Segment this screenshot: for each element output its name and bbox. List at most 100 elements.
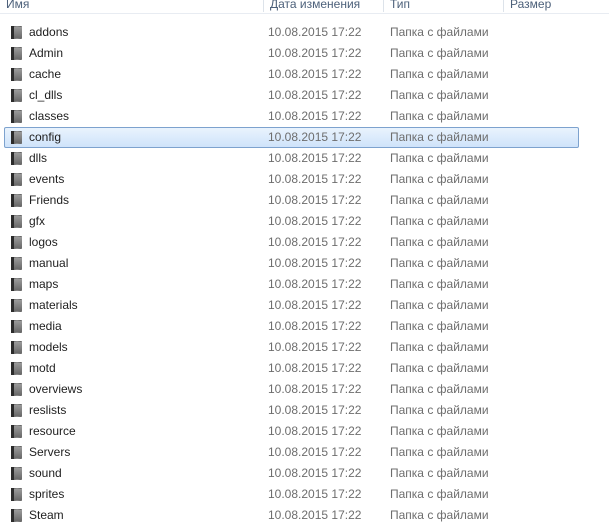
file-date: 10.08.2015 17:22 — [268, 109, 362, 123]
folder-icon — [11, 509, 22, 522]
file-row[interactable]: addons 10.08.2015 17:22 Папка с файлами — [4, 22, 579, 43]
file-name: cache — [29, 67, 62, 81]
folder-icon — [11, 383, 22, 396]
folder-icon — [11, 341, 22, 354]
file-type: Папка с файлами — [390, 256, 489, 270]
column-header-name[interactable]: Имя — [0, 0, 260, 12]
file-row[interactable]: events 10.08.2015 17:22 Папка с файлами — [4, 169, 579, 190]
file-type: Папка с файлами — [390, 109, 489, 123]
file-row[interactable]: manual 10.08.2015 17:22 Папка с файлами — [4, 253, 579, 274]
file-type: Папка с файлами — [390, 361, 489, 375]
folder-icon — [11, 89, 22, 102]
file-row[interactable]: resource 10.08.2015 17:22 Папка с файлами — [4, 421, 579, 442]
file-type: Папка с файлами — [390, 277, 489, 291]
file-row[interactable]: materials 10.08.2015 17:22 Папка с файлами — [4, 295, 579, 316]
file-row[interactable]: logos 10.08.2015 17:22 Папка с файлами — [4, 232, 579, 253]
file-date: 10.08.2015 17:22 — [268, 214, 362, 228]
file-date: 10.08.2015 17:22 — [268, 403, 362, 417]
file-date: 10.08.2015 17:22 — [268, 487, 362, 501]
folder-icon — [11, 425, 22, 438]
file-type: Папка с файлами — [390, 67, 489, 81]
file-name: config — [29, 130, 62, 144]
file-row[interactable]: Admin 10.08.2015 17:22 Папка с файлами — [4, 43, 579, 64]
file-name: gfx — [29, 214, 46, 228]
file-date: 10.08.2015 17:22 — [268, 340, 362, 354]
file-date: 10.08.2015 17:22 — [268, 193, 362, 207]
folder-icon — [11, 152, 22, 165]
file-type: Папка с файлами — [390, 403, 489, 417]
file-name: sprites — [29, 487, 65, 501]
file-date: 10.08.2015 17:22 — [268, 67, 362, 81]
folder-icon — [11, 173, 22, 186]
file-row[interactable]: Steam 10.08.2015 17:22 Папка с файлами — [4, 505, 579, 526]
file-date: 10.08.2015 17:22 — [268, 277, 362, 291]
file-date: 10.08.2015 17:22 — [268, 46, 362, 60]
file-date: 10.08.2015 17:22 — [268, 151, 362, 165]
file-date: 10.08.2015 17:22 — [268, 25, 362, 39]
file-row[interactable]: Friends 10.08.2015 17:22 Папка с файлами — [4, 190, 579, 211]
file-name: Admin — [29, 46, 64, 60]
file-name: Friends — [29, 193, 70, 207]
file-name: addons — [29, 25, 69, 39]
folder-icon — [11, 362, 22, 375]
folder-icon — [11, 404, 22, 417]
file-row[interactable]: sprites 10.08.2015 17:22 Папка с файлами — [4, 484, 579, 505]
file-row[interactable]: gfx 10.08.2015 17:22 Папка с файлами — [4, 211, 579, 232]
file-name: maps — [29, 277, 59, 291]
file-row[interactable]: cache 10.08.2015 17:22 Папка с файлами — [4, 64, 579, 85]
file-row[interactable]: cl_dlls 10.08.2015 17:22 Папка с файлами — [4, 85, 579, 106]
folder-icon — [11, 110, 22, 123]
folder-icon — [11, 257, 22, 270]
file-name: resource — [29, 424, 76, 438]
file-type: Папка с файлами — [390, 193, 489, 207]
file-row[interactable]: media 10.08.2015 17:22 Папка с файлами — [4, 316, 579, 337]
file-date: 10.08.2015 17:22 — [268, 319, 362, 333]
file-type: Папка с файлами — [390, 151, 489, 165]
file-row[interactable]: overviews 10.08.2015 17:22 Папка с файлами — [4, 379, 579, 400]
file-type: Папка с файлами — [390, 508, 489, 522]
file-row[interactable]: classes 10.08.2015 17:22 Папка с файлами — [4, 106, 579, 127]
file-date: 10.08.2015 17:22 — [268, 235, 362, 249]
file-date: 10.08.2015 17:22 — [268, 361, 362, 375]
file-date: 10.08.2015 17:22 — [268, 466, 362, 480]
file-row[interactable]: motd 10.08.2015 17:22 Папка с файлами — [4, 358, 579, 379]
file-type: Папка с файлами — [390, 382, 489, 396]
folder-icon — [11, 215, 22, 228]
file-row[interactable]: dlls 10.08.2015 17:22 Папка с файлами — [4, 148, 579, 169]
file-row[interactable]: Servers 10.08.2015 17:22 Папка с файлами — [4, 442, 579, 463]
file-type: Папка с файлами — [390, 235, 489, 249]
column-header-type[interactable]: Тип — [383, 0, 501, 12]
column-header-size[interactable]: Размер — [503, 0, 609, 12]
column-header-bar: Имя Дата изменения Тип Размер — [0, 0, 609, 14]
file-name: manual — [29, 256, 69, 270]
file-type: Папка с файлами — [390, 319, 489, 333]
file-row[interactable]: maps 10.08.2015 17:22 Папка с файлами — [4, 274, 579, 295]
folder-icon — [11, 236, 22, 249]
file-name: classes — [29, 109, 70, 123]
folder-icon — [11, 26, 22, 39]
file-date: 10.08.2015 17:22 — [268, 256, 362, 270]
file-type: Папка с файлами — [390, 487, 489, 501]
column-header-date[interactable]: Дата изменения — [263, 0, 381, 12]
file-type: Папка с файлами — [390, 424, 489, 438]
folder-icon — [11, 131, 22, 144]
file-name: motd — [29, 361, 56, 375]
folder-icon — [11, 194, 22, 207]
folder-icon — [11, 68, 22, 81]
folder-icon — [11, 467, 22, 480]
file-name: cl_dlls — [29, 88, 63, 102]
file-name: events — [29, 172, 65, 186]
file-row[interactable]: sound 10.08.2015 17:22 Папка с файлами — [4, 463, 579, 484]
file-type: Папка с файлами — [390, 130, 489, 144]
file-name: sound — [29, 466, 62, 480]
folder-icon — [11, 47, 22, 60]
file-name: reslists — [29, 403, 67, 417]
file-row[interactable]: models 10.08.2015 17:22 Папка с файлами — [4, 337, 579, 358]
file-name: logos — [29, 235, 58, 249]
file-row[interactable]: config 10.08.2015 17:22 Папка с файлами — [4, 127, 579, 148]
file-type: Папка с файлами — [390, 340, 489, 354]
file-row[interactable]: reslists 10.08.2015 17:22 Папка с файлами — [4, 400, 579, 421]
folder-icon — [11, 446, 22, 459]
file-name: dlls — [29, 151, 48, 165]
file-date: 10.08.2015 17:22 — [268, 382, 362, 396]
